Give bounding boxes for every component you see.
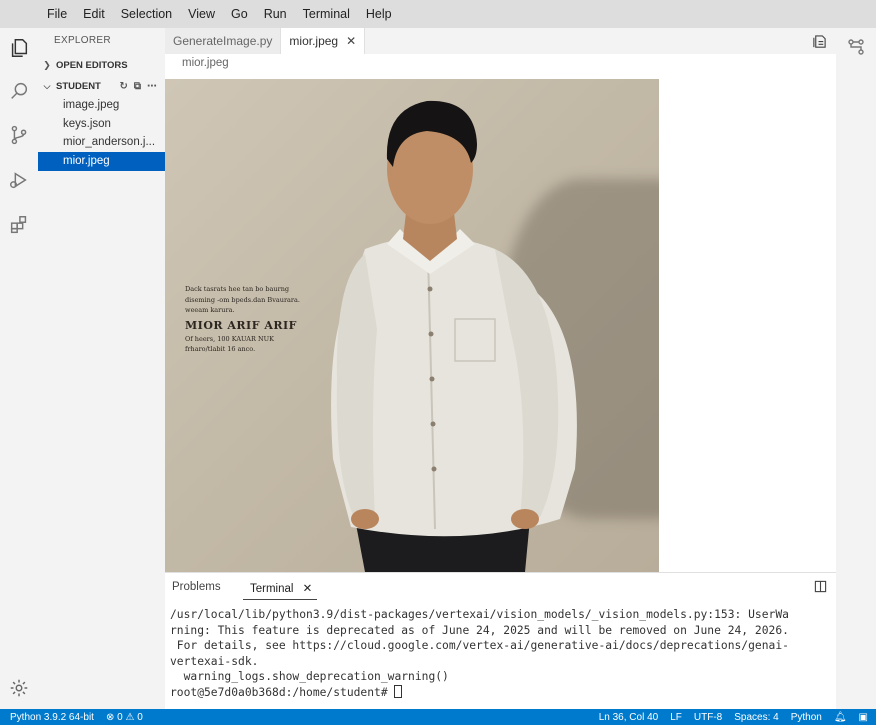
- close-icon[interactable]: ✕: [303, 583, 313, 595]
- image-preview-area: Dack tasrats hee tan bo baurng diseming …: [165, 74, 836, 572]
- menu-bar: File Edit Selection View Go Run Terminal…: [0, 0, 876, 28]
- open-editors-section[interactable]: ❯ OPEN EDITORS: [38, 55, 165, 75]
- tab-problems[interactable]: Problems: [172, 581, 221, 593]
- secondary-sidebar: [836, 28, 876, 709]
- python-interpreter[interactable]: Python 3.9.2 64-bit: [0, 712, 100, 723]
- tab-label: mior.jpeg: [289, 34, 339, 48]
- activity-bar: [0, 28, 38, 709]
- tab-terminal[interactable]: Terminal ✕: [250, 581, 312, 595]
- extensions-icon[interactable]: [4, 210, 34, 240]
- settings-gear-icon[interactable]: [4, 673, 34, 703]
- file-item-image-jpeg[interactable]: image.jpeg: [38, 96, 165, 115]
- tab-label: GenerateImage.py: [173, 34, 273, 48]
- tab-generate-image[interactable]: GenerateImage.py: [165, 28, 282, 54]
- chevron-right-icon: ❯: [43, 59, 51, 70]
- menu-selection[interactable]: Selection: [113, 0, 180, 28]
- caption-line-3: weeam karura.: [185, 306, 235, 314]
- chevron-down-icon: ⌵: [43, 80, 51, 91]
- folder-label: STUDENT: [56, 80, 101, 92]
- terminal-line: /usr/local/lib/python3.9/dist-packages/v…: [170, 608, 789, 621]
- cursor-position[interactable]: Ln 36, Col 40: [593, 712, 665, 723]
- account-icon[interactable]: ▣: [853, 712, 876, 723]
- folder-section-student[interactable]: ⌵ STUDENT ↻ ⧉ ⋯: [38, 76, 165, 96]
- bottom-panel: Problems Terminal ✕ /usr/local/lib/pytho…: [165, 572, 836, 709]
- terminal-line: warning_logs.show_deprecation_warning(): [170, 670, 449, 683]
- run-debug-icon[interactable]: [4, 165, 34, 195]
- terminal-line: vertexai-sdk.: [170, 654, 259, 668]
- notifications-bell-icon[interactable]: 🔔︎: [828, 712, 853, 723]
- source-control-icon[interactable]: [4, 120, 34, 150]
- error-count: 0: [117, 711, 123, 723]
- caption-line-2: diseming -om bpeds.dan Bvaurara.: [185, 295, 300, 304]
- warning-icon: ⚠: [125, 711, 135, 723]
- terminal-line: rning: This feature is deprecated as of …: [170, 623, 789, 637]
- breadcrumb[interactable]: mior.jpeg: [182, 57, 229, 69]
- refresh-icon[interactable]: ↻: [119, 81, 127, 92]
- menu-view[interactable]: View: [180, 0, 223, 28]
- explorer-icon[interactable]: [4, 33, 34, 63]
- problems-indicator[interactable]: ⊗ 0 ⚠ 0: [100, 712, 149, 723]
- explorer-sidebar: EXPLORER ❯ OPEN EDITORS ⌵ STUDENT ↻ ⧉ ⋯ …: [38, 28, 165, 709]
- collapse-all-icon[interactable]: ⧉: [134, 81, 141, 92]
- status-bar: Python 3.9.2 64-bit ⊗ 0 ⚠ 0 Ln 36, Col 4…: [0, 709, 876, 725]
- folder-actions: ↻ ⧉ ⋯: [119, 81, 157, 92]
- caption-line-1: Dack tasrats hee tan bo baurng: [185, 285, 290, 293]
- more-actions-icon[interactable]: ⋯: [147, 81, 157, 92]
- terminal-output[interactable]: /usr/local/lib/python3.9/dist-packages/v…: [170, 607, 830, 700]
- search-icon[interactable]: [4, 76, 34, 106]
- image-caption: Dack tasrats hee tan bo baurng diseming …: [185, 284, 335, 355]
- terminal-prompt: root@5e7d0a0b368d:/home/student#: [170, 685, 395, 699]
- menu-edit[interactable]: Edit: [75, 0, 113, 28]
- menu-terminal[interactable]: Terminal: [295, 0, 358, 28]
- caption-line-4: Of heers, 100 KAUAR NUK: [185, 334, 274, 343]
- open-changes-icon[interactable]: [808, 30, 830, 52]
- menu-help[interactable]: Help: [358, 0, 400, 28]
- caption-name: MIOR ARIF ARIF: [185, 318, 297, 332]
- explorer-title: EXPLORER: [54, 35, 111, 46]
- file-item-mior-jpeg[interactable]: mior.jpeg: [38, 152, 165, 171]
- menu-go[interactable]: Go: [223, 0, 256, 28]
- menu-file[interactable]: File: [39, 0, 75, 28]
- portrait-photo: Dack tasrats hee tan bo baurng diseming …: [165, 79, 659, 572]
- tab-mior-jpeg[interactable]: mior.jpeg ✕: [281, 28, 366, 54]
- file-item-keys-json[interactable]: keys.json: [38, 115, 165, 134]
- editor-tabs: GenerateImage.py mior.jpeg ✕: [165, 28, 836, 54]
- warning-count: 0: [137, 711, 143, 723]
- tab-terminal-label: Terminal: [250, 583, 294, 595]
- language-mode[interactable]: Python: [785, 712, 828, 723]
- open-editors-label: OPEN EDITORS: [56, 59, 128, 71]
- file-item-mior-anderson[interactable]: mior_anderson.j...: [38, 133, 165, 152]
- menu-run[interactable]: Run: [256, 0, 295, 28]
- indentation[interactable]: Spaces: 4: [728, 712, 784, 723]
- source-graph-icon[interactable]: [846, 37, 866, 60]
- end-of-line[interactable]: LF: [664, 712, 688, 723]
- error-icon: ⊗: [105, 711, 115, 723]
- caption-line-5: frharo/tlabit 16 anco.: [185, 345, 256, 353]
- close-icon[interactable]: ✕: [346, 28, 356, 54]
- active-tab-indicator: [243, 599, 317, 600]
- terminal-cursor: [394, 684, 403, 698]
- split-panel-icon[interactable]: [814, 580, 827, 596]
- terminal-line: For details, see https://cloud.google.co…: [170, 639, 789, 652]
- encoding[interactable]: UTF-8: [688, 712, 728, 723]
- terminal-prompt-line[interactable]: root@5e7d0a0b368d:/home/student#: [170, 684, 830, 701]
